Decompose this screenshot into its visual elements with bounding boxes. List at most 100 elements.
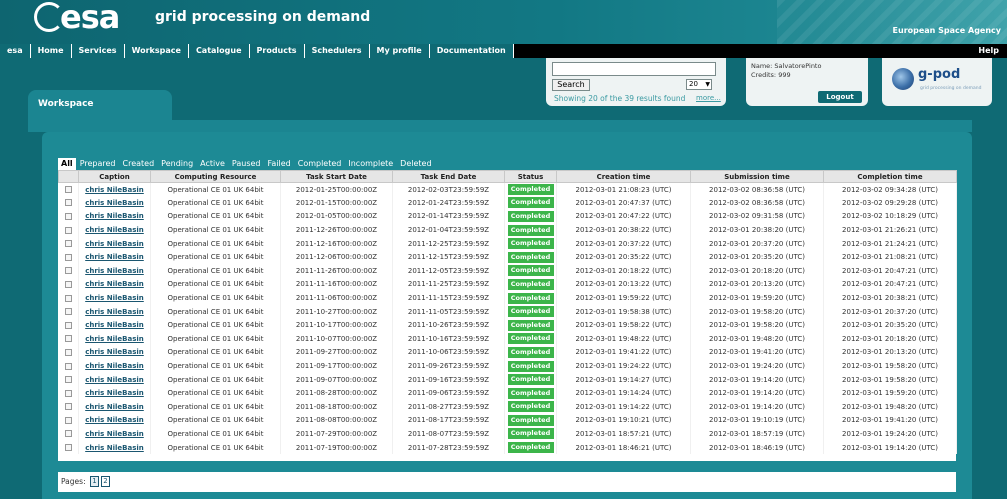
table-cell: 2012-03-01 20:18:20 (UTC) xyxy=(823,332,957,346)
row-checkbox[interactable] xyxy=(64,416,72,424)
nav-item[interactable]: My profile xyxy=(369,44,430,58)
row-select-cell xyxy=(58,345,79,360)
table-cell: 2012-03-01 19:10:19 (UTC) xyxy=(690,413,824,428)
status-tab[interactable]: Incomplete xyxy=(345,158,396,170)
table-cell: 2011-09-16T23:59:59Z xyxy=(392,372,505,387)
row-select-cell xyxy=(58,209,79,224)
row-checkbox[interactable] xyxy=(64,444,72,452)
status-tab[interactable]: Active xyxy=(197,158,228,170)
page-size-select[interactable]: 20 ▼ xyxy=(686,79,712,90)
status-tab[interactable]: Paused xyxy=(229,158,264,170)
caption-link[interactable]: chris NileBasin xyxy=(78,359,151,373)
help-link[interactable]: Help xyxy=(978,44,999,58)
nav-item[interactable]: Products xyxy=(249,44,305,58)
caption-link[interactable]: chris NileBasin xyxy=(78,291,151,305)
row-checkbox[interactable] xyxy=(64,308,72,316)
caption-link[interactable]: chris NileBasin xyxy=(78,427,151,441)
workspace-band xyxy=(28,120,972,132)
table-cell: Operational CE 01 UK 64bit xyxy=(150,304,281,319)
status-tab[interactable]: Prepared xyxy=(77,158,119,170)
caption-link[interactable]: chris NileBasin xyxy=(78,182,151,197)
table-cell: 2012-03-01 19:58:38 (UTC) xyxy=(556,304,691,319)
page-link[interactable]: 1 xyxy=(90,476,99,487)
caption-link[interactable]: chris NileBasin xyxy=(78,413,151,428)
more-link[interactable]: more... xyxy=(696,94,721,102)
nav-item[interactable]: Services xyxy=(71,44,125,58)
row-checkbox[interactable] xyxy=(64,186,72,194)
row-checkbox[interactable] xyxy=(64,280,72,288)
caption-link[interactable]: chris NileBasin xyxy=(78,223,151,237)
row-checkbox[interactable] xyxy=(64,389,72,397)
main-navbar: esa Home Services Workspace Catalogue Product… xyxy=(0,44,1007,58)
row-select-cell xyxy=(58,372,79,387)
table-cell: 2011-09-17T00:00:00Z xyxy=(280,359,393,373)
row-checkbox[interactable] xyxy=(64,403,72,411)
table-cell: 2011-11-15T23:59:59Z xyxy=(392,291,505,305)
search-input[interactable] xyxy=(552,62,716,76)
status-tab[interactable]: Failed xyxy=(265,158,294,170)
column-header: Task End Date xyxy=(392,170,505,183)
row-checkbox[interactable] xyxy=(64,212,72,220)
caption-link[interactable]: chris NileBasin xyxy=(78,318,151,333)
status-tab[interactable]: Pending xyxy=(158,158,196,170)
caption-link[interactable]: chris NileBasin xyxy=(78,250,151,265)
row-checkbox[interactable] xyxy=(64,294,72,302)
nav-item[interactable]: Catalogue xyxy=(188,44,250,58)
row-select-cell xyxy=(58,332,79,346)
search-button[interactable]: Search xyxy=(552,79,590,91)
row-checkbox[interactable] xyxy=(64,199,72,207)
caption-link[interactable]: chris NileBasin xyxy=(78,277,151,292)
status-badge: Completed xyxy=(507,401,554,413)
caption-link[interactable]: chris NileBasin xyxy=(78,372,151,387)
row-checkbox[interactable] xyxy=(64,226,72,234)
gpod-panel[interactable]: g-pod grid processing on demand xyxy=(882,58,992,106)
table-cell: 2011-07-28T23:59:59Z xyxy=(392,440,505,455)
row-checkbox[interactable] xyxy=(64,253,72,261)
row-checkbox[interactable] xyxy=(64,335,72,343)
table-cell: 2012-03-01 19:14:20 (UTC) xyxy=(690,400,824,414)
status-tab[interactable]: All xyxy=(58,158,76,170)
agency-label: European Space Agency xyxy=(892,26,1001,35)
tasks-table: Caption Computing Resource Task Start Date… xyxy=(58,170,957,455)
row-checkbox[interactable] xyxy=(64,362,72,370)
status-tab[interactable]: Completed xyxy=(295,158,345,170)
caption-link[interactable]: chris NileBasin xyxy=(78,236,151,251)
table-row: chris NileBasin Operational CE 01 UK 64bi… xyxy=(58,318,957,333)
nav-item[interactable]: Home xyxy=(30,44,72,58)
table-cell: 2012-03-01 19:59:20 (UTC) xyxy=(823,386,957,400)
row-checkbox[interactable] xyxy=(64,321,72,329)
row-checkbox[interactable] xyxy=(64,267,72,275)
status-tab[interactable]: Deleted xyxy=(397,158,434,170)
caption-link[interactable]: chris NileBasin xyxy=(78,345,151,360)
table-cell: 2012-03-01 20:37:20 (UTC) xyxy=(823,304,957,319)
table-cell: 2012-03-01 21:26:21 (UTC) xyxy=(823,223,957,237)
caption-link[interactable]: chris NileBasin xyxy=(78,264,151,278)
page-link[interactable]: 2 xyxy=(101,476,110,487)
table-cell: 2012-01-04T23:59:59Z xyxy=(392,223,505,237)
row-checkbox[interactable] xyxy=(64,240,72,248)
caption-link[interactable]: chris NileBasin xyxy=(78,209,151,224)
status-tab[interactable]: Created xyxy=(120,158,158,170)
caption-link[interactable]: chris NileBasin xyxy=(78,386,151,400)
table-cell: 2011-10-26T23:59:59Z xyxy=(392,318,505,333)
table-header-row: Caption Computing Resource Task Start Date… xyxy=(58,170,957,183)
table-cell: Operational CE 01 UK 64bit xyxy=(150,400,281,414)
header-decoration xyxy=(777,0,1007,44)
logout-button[interactable]: Logout xyxy=(818,91,862,103)
caption-link[interactable]: chris NileBasin xyxy=(78,304,151,319)
table-row: chris NileBasin Operational CE 01 UK 64bi… xyxy=(58,236,957,251)
row-checkbox[interactable] xyxy=(64,430,72,438)
table-cell: 2012-01-24T23:59:59Z xyxy=(392,196,505,210)
nav-item[interactable]: esa xyxy=(0,44,31,58)
caption-link[interactable]: chris NileBasin xyxy=(78,440,151,455)
row-checkbox[interactable] xyxy=(64,376,72,384)
row-checkbox[interactable] xyxy=(64,348,72,356)
caption-link[interactable]: chris NileBasin xyxy=(78,196,151,210)
status-badge: Completed xyxy=(507,319,554,331)
nav-item[interactable]: Workspace xyxy=(124,44,189,58)
table-cell: 2011-09-26T23:59:59Z xyxy=(392,359,505,373)
nav-item[interactable]: Documentation xyxy=(429,44,514,58)
nav-item[interactable]: Schedulers xyxy=(304,44,370,58)
caption-link[interactable]: chris NileBasin xyxy=(78,400,151,414)
caption-link[interactable]: chris NileBasin xyxy=(78,332,151,346)
